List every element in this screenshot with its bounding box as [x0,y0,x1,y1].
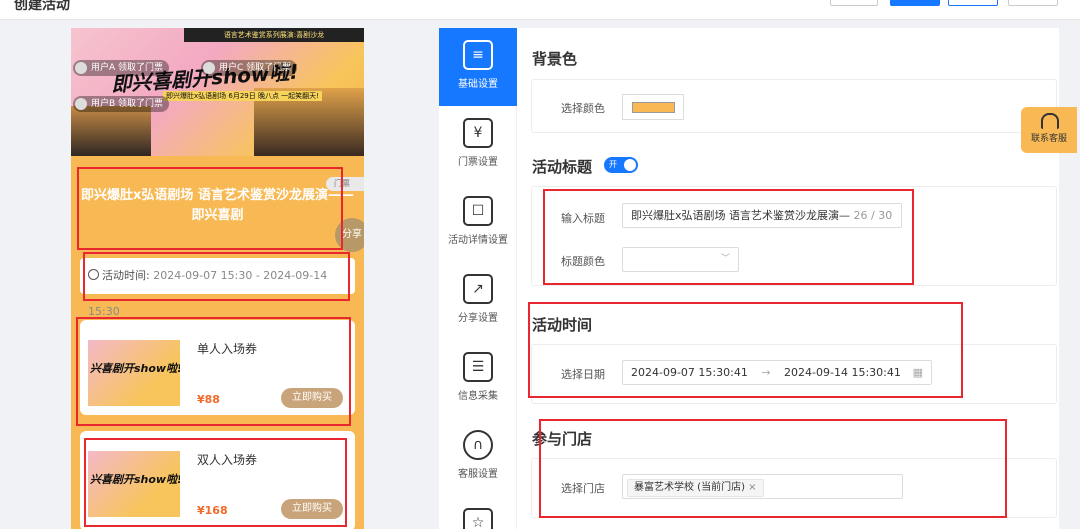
nav-basic-settings[interactable]: ≡ 基础设置 [439,28,517,106]
color-swatch [632,102,675,113]
avatar [75,62,87,74]
clock-icon [88,269,99,280]
store-label: 选择门店 [561,482,605,495]
claim-text: 用户B 领取了门票 [91,99,164,109]
headset-icon: ∩ [463,430,493,460]
arrow-icon: → [761,366,771,379]
avatar [203,62,215,74]
nav-label: 活动详情设置 [448,235,508,246]
top-button-3[interactable] [948,0,998,6]
ticket-name: 单人入场券 [197,342,258,356]
nav-service-settings[interactable]: ∩ 客服设置 [439,418,517,496]
title-box [531,186,1057,286]
color-label: 选择颜色 [561,102,605,115]
nav-ticket-settings[interactable]: ¥ 门票设置 [439,106,517,184]
end-date: 2024-09-14 15:30:41 [784,366,901,379]
detail-icon: ☐ [463,196,493,226]
calendar-icon: ▦ [912,366,923,379]
ticket-card: 兴喜剧开show啦! 双人入场券 ¥168 立即购买 [80,431,355,529]
top-bar: 创建活动 [0,0,1080,20]
claim-bubble: 用户A 领取了门票 [73,60,170,76]
page-title: 创建活动 [14,0,70,13]
ticket-side-tab[interactable]: 门票 [326,177,364,191]
start-date: 2024-09-07 15:30:41 [631,366,748,379]
banner-subtitle: 即兴爆肚x弘语剧场 6月29日 晚八点 一起笑翻天! [163,91,322,101]
thumb-text: 兴喜剧开show啦! [90,362,180,375]
close-icon[interactable]: × [748,482,756,493]
ticket-price: ¥168 [197,504,228,517]
nav-detail-settings[interactable]: ☐ 活动详情设置 [439,184,517,262]
ticket-price: ¥88 [197,393,220,406]
store-select[interactable]: 暴富艺术学校 (当前门店) × [622,474,903,499]
nav-label: 客服设置 [458,469,498,480]
ticket-icon: ¥ [463,118,493,148]
banner-strip: 语言艺术鉴赏系列展演:喜剧沙龙 [184,28,364,42]
color-picker[interactable] [622,94,684,120]
settings-nav: ≡ 基础设置 ¥ 门票设置 ☐ 活动详情设置 ↗ 分享设置 ☰ 信息采集 ∩ 客服设置 ☆ [439,28,517,529]
claim-text: 用户C 领取了门票 [219,63,292,73]
top-button-primary[interactable] [890,0,940,6]
time-label: 活动时间: [102,269,150,282]
nav-label: 分享设置 [458,313,498,324]
claim-text: 用户A 领取了门票 [91,63,164,73]
top-button-4[interactable] [1008,0,1058,6]
share-float-button[interactable]: 分享 [335,218,364,252]
title-input-value: 即兴爆肚x弘语剧场 语言艺术鉴赏沙龙展演— [631,209,851,222]
contact-service-button[interactable]: 联系客服 [1021,107,1077,153]
star-icon: ☆ [463,508,493,529]
nav-label: 基础设置 [458,79,498,90]
title-color-label: 标题颜色 [561,255,605,268]
ticket-name: 双人入场券 [197,453,258,467]
section-title-time: 活动时间 [532,316,593,334]
document-icon: ≡ [463,40,493,70]
ticket-card: 兴喜剧开show啦! 单人入场券 ¥88 立即购买 [80,320,355,415]
title-input-label: 输入标题 [561,212,605,225]
date-label: 选择日期 [561,368,605,381]
buy-button[interactable]: 立即购买 [281,499,343,519]
char-count: 26 / 30 [853,209,893,222]
mobile-preview: 语言艺术鉴赏系列展演:喜剧沙龙 即兴喜剧开show啦! 即兴爆肚x弘语剧场 6月… [71,28,364,529]
bg-color-box [531,79,1057,133]
avatar [75,98,87,110]
activity-time-preview: 活动时间: 2024-09-07 15:30 - 2024-09-14 15:3… [80,258,355,318]
form-user-icon: ☰ [463,352,493,382]
banner-photo-left [71,106,151,156]
date-range-picker[interactable]: 2024-09-07 15:30:41 → 2024-09-14 15:30:4… [622,360,932,385]
section-title-store: 参与门店 [532,430,593,448]
nav-share-settings[interactable]: ↗ 分享设置 [439,262,517,340]
title-toggle[interactable]: 开 [604,157,638,173]
title-color-select[interactable]: ﹀ [622,247,739,272]
nav-label: 门票设置 [458,157,498,168]
thumb-text: 兴喜剧开show啦! [90,473,180,486]
ticket-thumbnail: 兴喜剧开show啦! [88,451,180,517]
ticket-thumbnail: 兴喜剧开show啦! [88,340,180,406]
claim-bubble: 用户C 领取了门票 [201,60,298,76]
store-tag-text: 暴富艺术学校 (当前门店) [634,482,745,493]
activity-banner: 语言艺术鉴赏系列展演:喜剧沙龙 即兴喜剧开show啦! 即兴爆肚x弘语剧场 6月… [71,28,364,156]
top-button-1[interactable] [830,0,878,6]
activity-title-preview: 即兴爆肚x弘语剧场 语言艺术鉴赏沙龙展演——即兴喜剧 [76,176,359,252]
title-input[interactable]: 即兴爆肚x弘语剧场 语言艺术鉴赏沙龙展演— 26 / 30 [622,203,902,228]
nav-label: 信息采集 [458,391,498,402]
store-tag: 暴富艺术学校 (当前门店) × [627,479,764,497]
section-title-bg: 背景色 [532,50,578,68]
section-title-activity: 活动标题 [532,158,593,176]
chevron-down-icon: ﹀ [720,254,730,264]
share-icon: ↗ [463,274,493,304]
nav-more[interactable]: ☆ [439,496,517,529]
claim-bubble: 用户B 领取了门票 [73,96,170,112]
buy-button[interactable]: 立即购买 [281,388,343,408]
nav-info-collection[interactable]: ☰ 信息采集 [439,340,517,418]
